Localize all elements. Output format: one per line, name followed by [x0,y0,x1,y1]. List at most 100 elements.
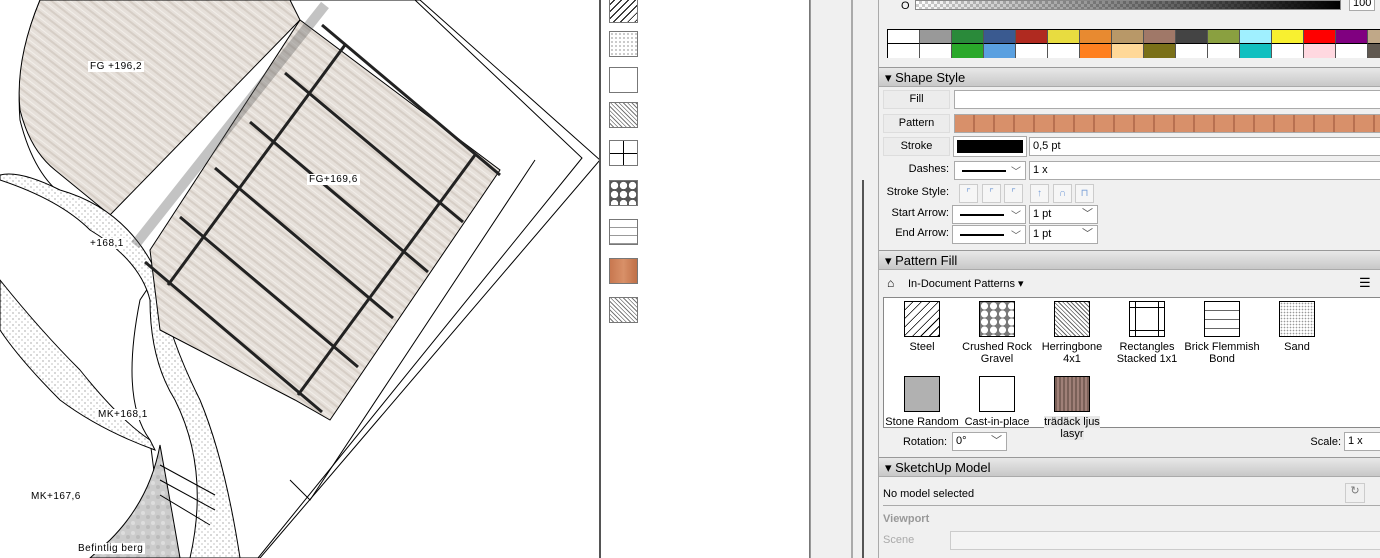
pattern-name: Herringbone 4x1 [1041,341,1103,365]
pattern-item-steel[interactable]: Steel [882,301,962,353]
color-swatch[interactable] [920,44,952,58]
pattern-swatch-sand[interactable] [609,31,638,57]
color-swatch[interactable] [1336,30,1368,44]
scene-label: Scene [883,534,915,546]
color-swatch[interactable] [1112,30,1144,44]
pattern-source-dropdown[interactable]: In-Document Patterns ▾ [908,277,1024,290]
color-swatch[interactable] [1304,44,1336,58]
color-swatch[interactable] [1176,44,1208,58]
color-swatch[interactable] [1336,44,1368,58]
color-swatch[interactable] [1272,30,1304,44]
end-arrow-dropdown[interactable]: ﹀ [952,225,1026,244]
scrollbar-thumb[interactable] [862,180,864,558]
scene-dropdown[interactable] [950,531,1380,550]
dashes-label: Dashes: [908,163,949,175]
sketchup-model-header[interactable]: ▾ SketchUp Model [879,457,1380,477]
pattern-item-crushed-rock[interactable]: Crushed Rock Gravel [957,301,1037,365]
color-swatch[interactable] [1240,30,1272,44]
pattern-swatch-crushed-rock[interactable] [609,180,638,206]
viewport-label: Viewport [883,513,930,525]
round-cap-icon[interactable]: ∩ [1053,184,1072,203]
pattern-item-cast-in-place[interactable]: Cast-in-place [957,376,1037,428]
color-swatch[interactable] [984,30,1016,44]
color-swatch[interactable] [1368,30,1380,44]
color-swatch[interactable] [1080,44,1112,58]
color-swatch[interactable] [952,44,984,58]
scale-input[interactable]: 1 x [1344,432,1380,451]
color-swatch[interactable] [888,30,920,44]
pattern-item-stone-random[interactable]: Stone Random [882,376,962,428]
pattern-swatch-wood[interactable] [609,258,638,284]
end-arrow-size-value: 1 pt [1033,228,1052,240]
end-arrow-size[interactable]: 1 pt ﹀ [1029,225,1098,244]
stroke-button[interactable]: Stroke [883,137,950,156]
pattern-swatch-brick[interactable] [609,219,638,245]
color-swatch[interactable] [1144,30,1176,44]
shape-style-header[interactable]: ▾ Shape Style [879,67,1380,87]
pattern-item-rectangles[interactable]: Rectangles Stacked 1x1 [1107,301,1187,365]
elevation-label: MK+167,6 [29,491,83,502]
stroke-width-input[interactable]: 0,5 pt [1029,137,1380,156]
rotation-value: 0° [956,435,967,447]
miter-join-icon[interactable]: ⌜ [959,184,978,203]
color-swatch[interactable] [920,30,952,44]
round-join-icon[interactable]: ⌜ [982,184,1001,203]
pattern-swatch-herringbone[interactable] [609,102,638,128]
pattern-swatch-steel[interactable] [609,0,638,23]
pattern-item-wood-deck[interactable]: trädäck ljus lasyr [1032,376,1112,440]
color-swatch[interactable] [1208,30,1240,44]
pattern-swatch-rectangles[interactable] [609,140,638,166]
pattern-swatch-column [601,0,809,558]
color-palette [887,29,1380,58]
color-swatch[interactable] [1016,44,1048,58]
pattern-fill-header[interactable]: ▾ Pattern Fill [879,250,1380,270]
color-swatch[interactable] [1304,30,1336,44]
start-arrow-size-value: 1 pt [1033,208,1052,220]
color-swatch[interactable] [1112,44,1144,58]
drawing-canvas[interactable]: FG +196,2 FG+169,6 +168,1 MK+168,1 MK+16… [0,0,600,558]
elevation-label: +168,1 [88,238,126,249]
pattern-item-brick[interactable]: Brick Flemmish Bond [1182,301,1262,365]
color-swatch[interactable] [1176,30,1208,44]
fill-swatch[interactable] [954,90,1380,109]
pattern-swatch[interactable] [954,114,1380,133]
color-swatch[interactable] [1048,30,1080,44]
color-swatch[interactable] [1080,30,1112,44]
opacity-input[interactable]: 100 [1349,0,1375,11]
color-swatch[interactable] [888,44,920,58]
color-swatch[interactable] [984,44,1016,58]
dashes-dropdown[interactable]: ﹀ [954,161,1026,180]
dashes-scale-input[interactable]: 1 x [1029,161,1380,180]
pattern-item-sand[interactable]: Sand [1257,301,1337,353]
color-swatch[interactable] [1016,30,1048,44]
pattern-source-label: In-Document Patterns [908,278,1015,290]
list-view-icon[interactable]: ☰ [1359,275,1371,291]
stroke-color-swatch[interactable] [953,136,1027,157]
pattern-name: Steel [909,341,935,353]
color-swatch[interactable] [1208,44,1240,58]
pattern-item-herringbone[interactable]: Herringbone 4x1 [1032,301,1112,365]
pattern-swatch-cast[interactable] [609,67,638,93]
elevation-label: FG+169,6 [307,174,360,185]
square-cap-icon[interactable]: ⊓ [1075,184,1094,203]
rotation-dropdown[interactable]: 0° ﹀ [952,432,1007,451]
color-swatch[interactable] [1240,44,1272,58]
pattern-swatch-herringbone-2[interactable] [609,297,638,323]
elevation-label: FG +196,2 [88,61,145,72]
color-swatch[interactable] [952,30,984,44]
color-swatch[interactable] [1048,44,1080,58]
color-swatch[interactable] [1368,44,1380,58]
pattern-button[interactable]: Pattern [883,114,950,133]
start-arrow-dropdown[interactable]: ﹀ [952,205,1026,224]
bevel-join-icon[interactable]: ⌜ [1004,184,1023,203]
pattern-name: Brick Flemmish Bond [1184,341,1260,365]
fill-button[interactable]: Fill [883,90,950,109]
color-swatch[interactable] [1144,44,1176,58]
butt-cap-icon[interactable]: ↑ [1030,184,1049,203]
start-arrow-size[interactable]: 1 pt ﹀ [1029,205,1098,224]
pattern-name: Crushed Rock Gravel [962,341,1032,365]
home-icon[interactable]: ⌂ [887,276,894,290]
color-swatch[interactable] [1272,44,1304,58]
opacity-slider[interactable] [915,0,1341,10]
refresh-icon[interactable]: ↻ [1345,483,1365,503]
